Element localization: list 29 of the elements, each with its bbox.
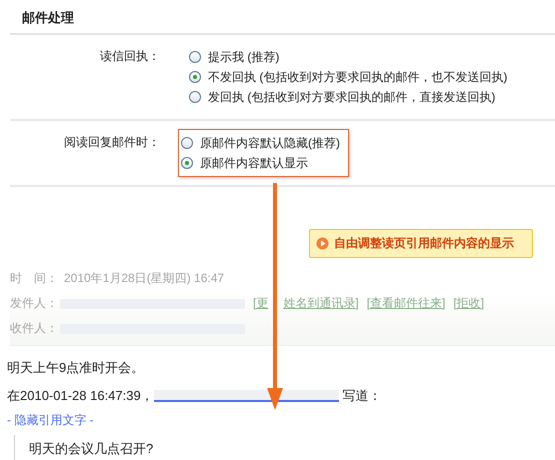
quote-intro: 写道： (342, 387, 382, 405)
radio-button[interactable] (181, 137, 193, 149)
header-link[interactable]: 姓名到通讯录] (283, 295, 359, 312)
section-title: 邮件处理 (21, 9, 75, 27)
play-icon (316, 237, 329, 250)
option-label: 不发回执 (包括收到对方要求回执的邮件，也不发送回执) (208, 68, 508, 86)
quote-intro: 在2010-01-28 16:47:39， (7, 387, 154, 405)
header-link[interactable]: [拒收] (453, 295, 484, 312)
header-link[interactable]: [更 (253, 295, 268, 312)
notice-text: 自由调整读页引用邮件内容的显示 (334, 235, 514, 252)
option-label: 原邮件内容默认隐藏(推荐) (200, 134, 340, 152)
setting-label: 读信回执： (99, 48, 160, 65)
radio-button[interactable] (189, 71, 201, 83)
setting-label: 阅读回复邮件时： (63, 134, 160, 151)
header-label: 发件人： (10, 295, 58, 312)
arrow-icon (266, 183, 284, 411)
option-label: 发回执 (包括收到对方要求回执的邮件，直接发送回执) (208, 88, 496, 106)
header-label: 时 间： (10, 270, 58, 287)
sent-time: 2010年1月28日(星期四) 16:47 (64, 270, 224, 287)
radio-button[interactable] (189, 91, 201, 103)
quoted-text: 明天的会议几点召开? (29, 441, 154, 456)
radio-button[interactable] (181, 157, 193, 169)
radio-button[interactable] (189, 51, 201, 63)
option-label: 提示我 (推荐) (208, 48, 280, 66)
option-label: 原邮件内容默认显示 (200, 154, 308, 172)
message-text: 明天上午9点准时开会。 (7, 359, 144, 377)
header-link[interactable]: [查看邮件往来] (366, 295, 446, 312)
hide-quote-link[interactable]: - 隐藏引用文字 - (7, 412, 94, 429)
header-label: 收件人： (10, 320, 58, 337)
